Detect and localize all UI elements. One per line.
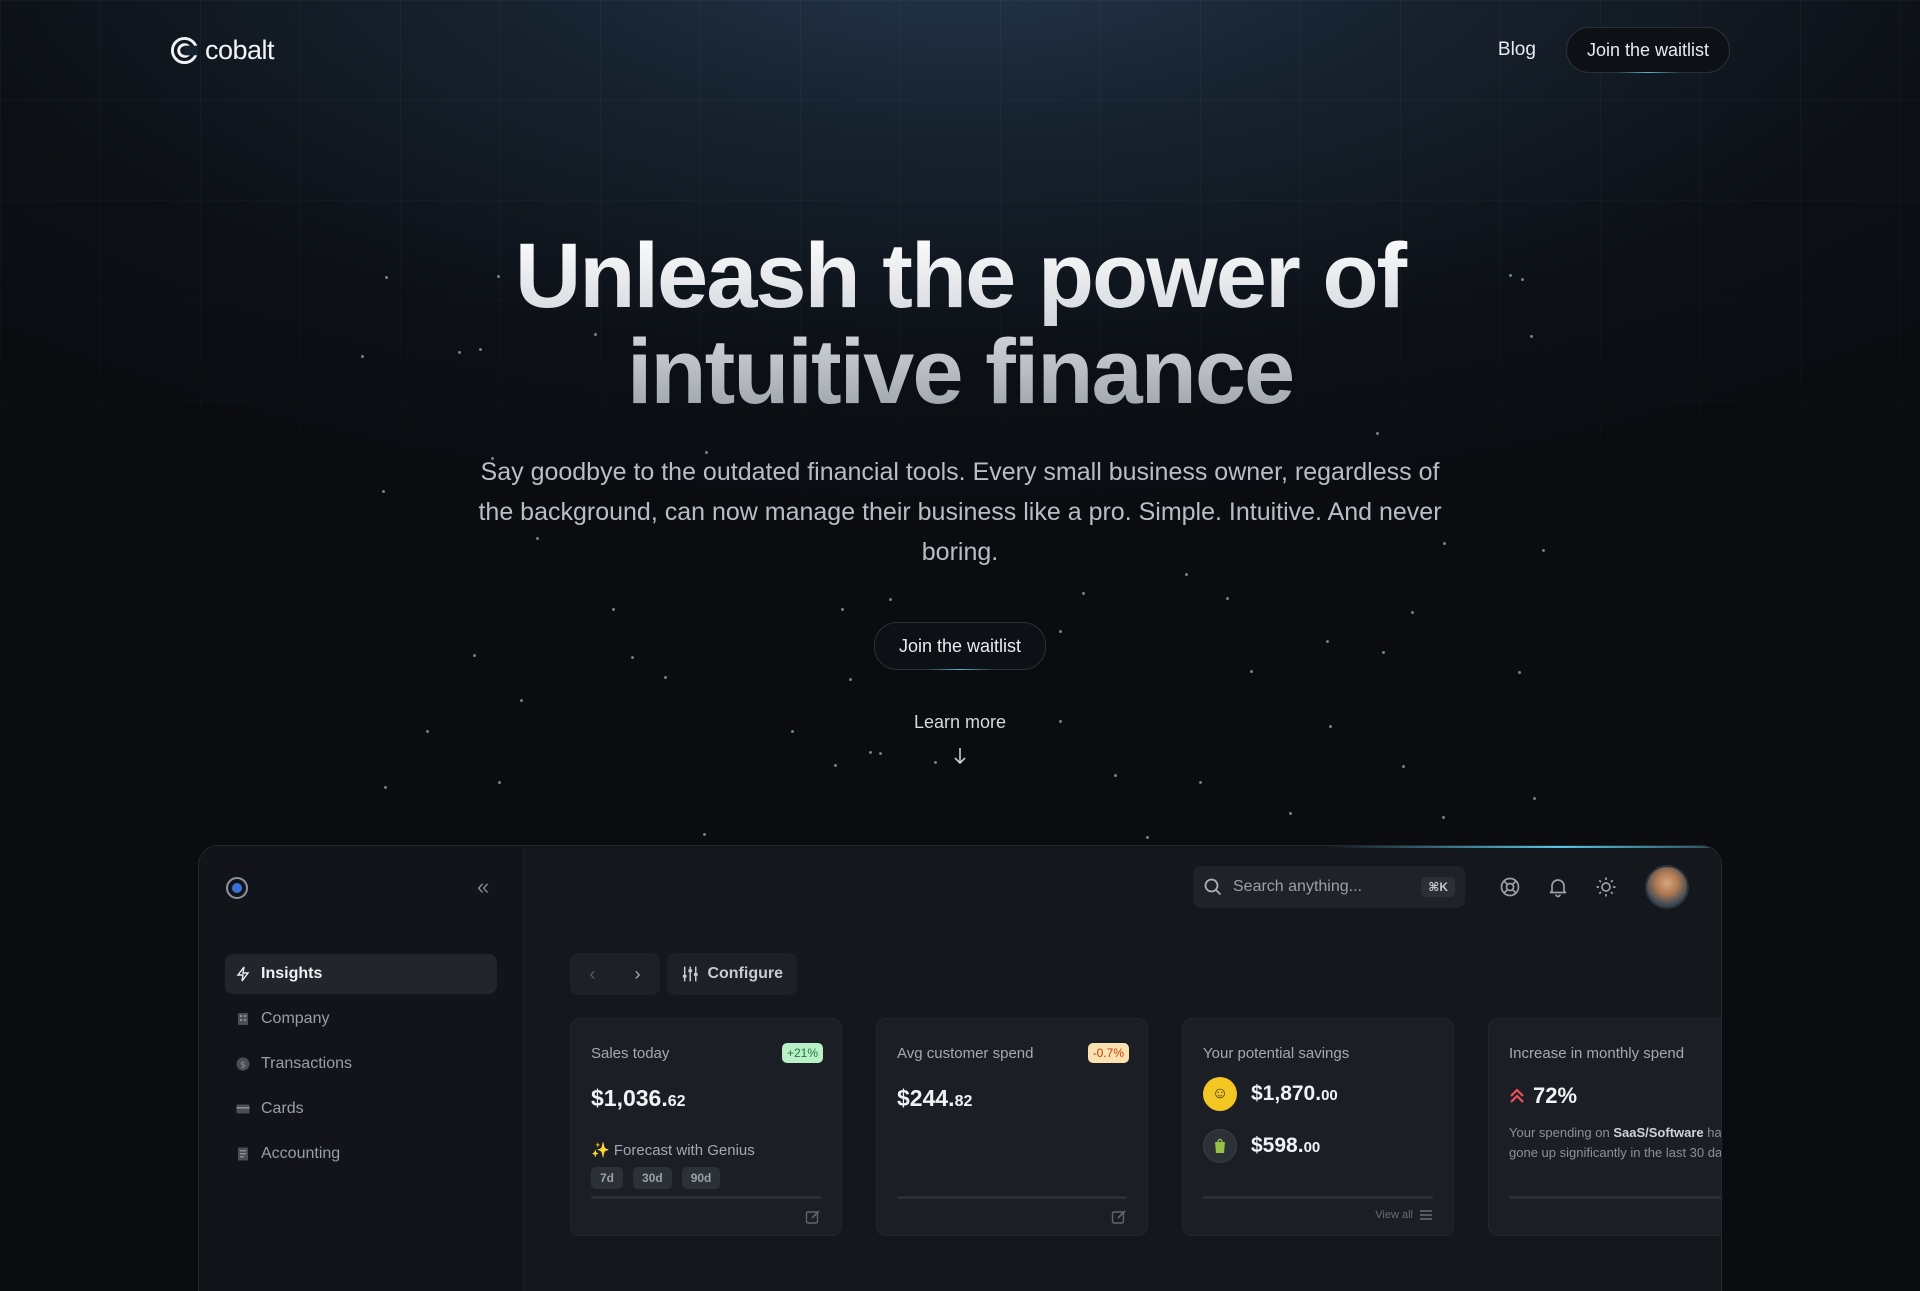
top-nav: Blog Join the waitlist bbox=[1498, 27, 1730, 73]
trend-description: Your spending on SaaS/Software has gone … bbox=[1509, 1125, 1722, 1160]
card-value: $1,036.62 bbox=[591, 1085, 686, 1111]
card-sales-today[interactable]: Sales today +21% $1,036.62 ✨ Forecast wi… bbox=[570, 1018, 842, 1236]
learn-more-link[interactable]: Learn more bbox=[860, 712, 1060, 733]
card-title: Increase in monthly spend bbox=[1509, 1045, 1685, 1062]
card-divider bbox=[591, 1196, 821, 1199]
saving-item[interactable]: ☺ $1,870.00 bbox=[1203, 1077, 1338, 1111]
search-icon bbox=[1204, 878, 1222, 896]
card-title: Sales today bbox=[591, 1045, 670, 1062]
brand-name: cobalt bbox=[205, 34, 275, 65]
chevron-right-icon[interactable]: › bbox=[626, 964, 650, 985]
hero-subtitle: Say goodbye to the outdated financial to… bbox=[478, 458, 1442, 566]
chevron-left-icon[interactable]: ‹ bbox=[581, 964, 605, 985]
sidebar-item-label: Transactions bbox=[261, 1055, 352, 1072]
bell-icon[interactable] bbox=[1547, 876, 1569, 898]
app-preview: « Insights Company $ Transactions Cards bbox=[198, 845, 1722, 1291]
brand[interactable]: cobalt bbox=[170, 34, 275, 66]
hero-title-line-1: Unleash the power of bbox=[514, 225, 1406, 327]
sun-theme-icon[interactable] bbox=[1595, 876, 1617, 898]
coin-icon: $ bbox=[236, 1057, 250, 1071]
trend-value: 72% bbox=[1509, 1083, 1577, 1109]
list-icon bbox=[1420, 1210, 1432, 1220]
view-all-link[interactable]: View all bbox=[1375, 1209, 1433, 1221]
cobalt-logo-icon bbox=[170, 36, 199, 64]
change-badge: +21% bbox=[781, 1043, 823, 1063]
range-chip-30d[interactable]: 30d bbox=[633, 1167, 672, 1189]
edit-icon[interactable] bbox=[1111, 1209, 1127, 1225]
card-potential-savings[interactable]: Your potential savings ☺ $1,870.00 $598.… bbox=[1182, 1018, 1454, 1236]
saving-amount: $598.00 bbox=[1251, 1134, 1321, 1157]
ledger-icon bbox=[238, 1147, 248, 1161]
shopify-icon bbox=[1203, 1129, 1237, 1163]
hero-title-line-2: intuitive finance bbox=[626, 321, 1294, 423]
sidebar-item-transactions[interactable]: $ Transactions bbox=[225, 1044, 497, 1084]
sliders-icon bbox=[682, 966, 698, 982]
app-logo-icon bbox=[226, 877, 248, 899]
sidebar-item-cards[interactable]: Cards bbox=[225, 1089, 497, 1129]
building-icon bbox=[238, 1013, 248, 1025]
help-lifebuoy-icon[interactable] bbox=[1499, 876, 1521, 898]
hero-title: Unleash the power of intuitive finance bbox=[0, 228, 1920, 420]
card-title: Your potential savings bbox=[1203, 1045, 1350, 1062]
site-header: cobalt Blog Join the waitlist bbox=[170, 26, 1730, 74]
sidebar-item-label: Cards bbox=[261, 1100, 304, 1117]
sidebar-nav: Insights Company $ Transactions Cards Ac… bbox=[225, 954, 497, 1179]
sidebar-item-label: Accounting bbox=[261, 1145, 341, 1162]
saving-amount: $1,870.00 bbox=[1251, 1082, 1338, 1105]
card-divider bbox=[897, 1196, 1127, 1199]
saving-item[interactable]: $598.00 bbox=[1203, 1129, 1320, 1163]
range-chip-90d[interactable]: 90d bbox=[681, 1167, 721, 1189]
configure-button[interactable]: Configure bbox=[667, 953, 797, 995]
card-pager: ‹ › bbox=[570, 953, 660, 995]
sidebar-item-company[interactable]: Company bbox=[225, 999, 497, 1039]
mailchimp-icon: ☺ bbox=[1203, 1077, 1237, 1111]
app-sidebar: « Insights Company $ Transactions Cards bbox=[199, 846, 524, 1291]
change-badge: -0.7% bbox=[1087, 1043, 1129, 1063]
sidebar-item-label: Insights bbox=[261, 965, 323, 982]
collapse-sidebar-icon[interactable]: « bbox=[477, 876, 499, 898]
range-chip-7d[interactable]: 7d bbox=[591, 1167, 624, 1189]
search-input[interactable]: Search anything... ⌘K bbox=[1193, 866, 1465, 908]
join-waitlist-header-button[interactable]: Join the waitlist bbox=[1565, 27, 1730, 73]
landing-page: cobalt Blog Join the waitlist Unleash th… bbox=[0, 0, 1920, 1291]
search-shortcut-badge: ⌘K bbox=[1421, 877, 1455, 897]
search-placeholder: Search anything... bbox=[1233, 878, 1362, 895]
forecast-range-chips: 7d 30d 90d bbox=[591, 1167, 721, 1189]
card-value: $244.82 bbox=[897, 1085, 973, 1111]
edit-icon[interactable] bbox=[805, 1209, 821, 1225]
arrow-down-icon[interactable] bbox=[952, 746, 968, 766]
app-glow-line bbox=[1329, 846, 1721, 848]
card-monthly-spend[interactable]: Increase in monthly spend 72% Your spend… bbox=[1488, 1018, 1722, 1236]
sidebar-item-label: Company bbox=[261, 1010, 330, 1027]
configure-label: Configure bbox=[707, 965, 783, 982]
card-icon bbox=[236, 1104, 250, 1114]
svg-text:$: $ bbox=[240, 1061, 246, 1071]
sidebar-item-accounting[interactable]: Accounting bbox=[225, 1134, 497, 1174]
sidebar-item-insights[interactable]: Insights bbox=[225, 954, 497, 994]
forecast-genius[interactable]: ✨ Forecast with Genius bbox=[591, 1141, 755, 1159]
card-title: Avg customer spend bbox=[897, 1045, 1034, 1062]
card-avg-customer-spend[interactable]: Avg customer spend -0.7% $244.82 bbox=[876, 1018, 1148, 1236]
join-waitlist-hero-button[interactable]: Join the waitlist bbox=[874, 622, 1046, 670]
nav-link-blog[interactable]: Blog bbox=[1498, 39, 1536, 61]
bolt-icon bbox=[236, 966, 250, 982]
card-divider bbox=[1203, 1196, 1433, 1199]
user-avatar[interactable] bbox=[1645, 865, 1689, 909]
double-chevron-up-icon bbox=[1510, 1088, 1524, 1103]
card-divider bbox=[1509, 1196, 1721, 1199]
